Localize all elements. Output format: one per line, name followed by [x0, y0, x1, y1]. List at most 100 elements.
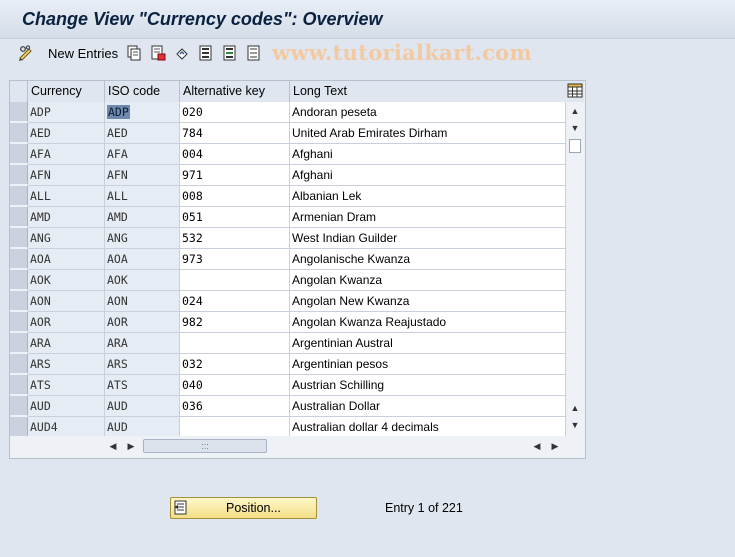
cell-long-text[interactable]: West Indian Guilder — [290, 228, 566, 249]
cell-iso-code[interactable]: AFN — [105, 165, 180, 186]
row-selector[interactable] — [10, 396, 28, 416]
select-all-icon[interactable] — [198, 45, 214, 61]
cell-alternative-key[interactable]: 532 — [180, 228, 290, 249]
cell-iso-code[interactable]: AON — [105, 291, 180, 312]
column-header-iso-code[interactable]: ISO code — [105, 81, 180, 102]
cell-alternative-key[interactable]: 784 — [180, 123, 290, 144]
position-button[interactable]: Position... — [170, 497, 317, 519]
row-selector[interactable] — [10, 291, 28, 311]
vertical-scrollbar[interactable]: ▲ ▼ ▲ ▼ — [566, 102, 584, 436]
cell-iso-code[interactable]: ANG — [105, 228, 180, 249]
cell-iso-code-value: AOA — [107, 252, 128, 266]
page-up-icon[interactable]: ▲ — [569, 403, 581, 413]
cell-iso-code[interactable]: AUD — [105, 396, 180, 417]
cell-alternative-key[interactable]: 971 — [180, 165, 290, 186]
row-selector[interactable] — [10, 123, 28, 143]
horizontal-scrollbar[interactable]: ◀ ▶ ::: ◀ ▶ — [10, 436, 585, 457]
cell-long-text[interactable]: Angolan Kwanza — [290, 270, 566, 291]
column-header-long-text[interactable]: Long Text — [290, 81, 566, 102]
horizontal-scroll-thumb[interactable]: ::: — [143, 439, 267, 453]
scroll-down-icon[interactable]: ▼ — [569, 420, 581, 430]
column-header-currency[interactable]: Currency — [28, 81, 105, 102]
cell-alternative-key[interactable]: 051 — [180, 207, 290, 228]
cell-long-text[interactable]: Afghani — [290, 165, 566, 186]
cell-currency-value: ADP — [30, 105, 51, 119]
cell-long-text[interactable]: Albanian Lek — [290, 186, 566, 207]
column-config-button[interactable] — [566, 81, 584, 102]
row-selector[interactable] — [10, 144, 28, 164]
cell-alternative-key[interactable]: 008 — [180, 186, 290, 207]
row-selector[interactable] — [10, 165, 28, 185]
select-block-icon[interactable] — [222, 45, 238, 61]
cell-long-text[interactable]: Andoran peseta — [290, 102, 566, 123]
cell-iso-code[interactable]: AUD — [105, 417, 180, 438]
cell-alternative-key-value: 004 — [182, 147, 203, 161]
select-all-rows-button[interactable] — [10, 81, 28, 102]
deselect-all-icon[interactable] — [246, 45, 262, 61]
row-selector[interactable] — [10, 333, 28, 353]
cell-iso-code-value: AFN — [107, 168, 128, 182]
cell-long-text[interactable]: United Arab Emirates Dirham — [290, 123, 566, 144]
row-selector[interactable] — [10, 312, 28, 332]
cell-long-text[interactable]: Angolanische Kwanza — [290, 249, 566, 270]
cell-iso-code[interactable]: AOR — [105, 312, 180, 333]
delete-icon[interactable] — [150, 45, 166, 61]
scroll-right-icon[interactable]: ▶ — [125, 441, 137, 452]
cell-iso-code[interactable]: AOA — [105, 249, 180, 270]
cell-currency-value: AMD — [30, 210, 51, 224]
undo-change-icon[interactable] — [174, 45, 190, 61]
cell-iso-code[interactable]: AED — [105, 123, 180, 144]
cell-long-text[interactable]: Argentinian pesos — [290, 354, 566, 375]
cell-alternative-key[interactable] — [180, 270, 290, 291]
cell-iso-code[interactable]: AMD — [105, 207, 180, 228]
vertical-scroll-thumb[interactable] — [569, 139, 581, 153]
row-selector[interactable] — [10, 354, 28, 374]
row-selector[interactable] — [10, 228, 28, 248]
cell-long-text[interactable]: Australian dollar 4 decimals — [290, 417, 566, 438]
scroll-left-end-icon[interactable]: ◀ — [531, 441, 543, 452]
cell-long-text[interactable]: Afghani — [290, 144, 566, 165]
cell-long-text[interactable]: Australian Dollar — [290, 396, 566, 417]
row-selector[interactable] — [10, 207, 28, 227]
page-down-icon[interactable]: ▼ — [569, 123, 581, 133]
row-selector[interactable] — [10, 270, 28, 290]
cell-iso-code[interactable]: AFA — [105, 144, 180, 165]
cell-long-text[interactable]: Argentinian Austral — [290, 333, 566, 354]
row-selector[interactable] — [10, 375, 28, 395]
cell-alternative-key[interactable]: 040 — [180, 375, 290, 396]
cell-iso-code[interactable]: AOK — [105, 270, 180, 291]
cell-iso-code[interactable]: ARA — [105, 333, 180, 354]
cell-iso-code[interactable]: ALL — [105, 186, 180, 207]
position-button-label: Position... — [226, 501, 281, 515]
row-selector[interactable] — [10, 186, 28, 206]
scroll-left-icon[interactable]: ◀ — [107, 441, 119, 452]
cell-long-text[interactable]: Armenian Dram — [290, 207, 566, 228]
scroll-right-end-icon[interactable]: ▶ — [549, 441, 561, 452]
cell-long-text[interactable]: Angolan Kwanza Reajustado — [290, 312, 566, 333]
cell-alternative-key[interactable]: 982 — [180, 312, 290, 333]
cell-alternative-key[interactable]: 024 — [180, 291, 290, 312]
cell-iso-code[interactable]: ADP — [105, 102, 180, 123]
cell-alternative-key[interactable]: 036 — [180, 396, 290, 417]
row-selector[interactable] — [10, 417, 28, 437]
row-selector[interactable] — [10, 249, 28, 269]
glasses-edit-icon[interactable] — [18, 45, 34, 61]
cell-iso-code[interactable]: ARS — [105, 354, 180, 375]
cell-long-text[interactable]: Austrian Schilling — [290, 375, 566, 396]
cell-alternative-key[interactable]: 004 — [180, 144, 290, 165]
cell-long-text[interactable]: Angolan New Kwanza — [290, 291, 566, 312]
cell-currency-value: AFA — [30, 147, 51, 161]
title-bar: Change View "Currency codes": Overview — [0, 0, 735, 39]
table-row: AED AED 784 United Arab Emirates Dirham — [10, 123, 566, 144]
cell-alternative-key[interactable] — [180, 333, 290, 354]
copy-icon[interactable] — [126, 45, 142, 61]
cell-alternative-key[interactable]: 020 — [180, 102, 290, 123]
cell-iso-code[interactable]: ATS — [105, 375, 180, 396]
scroll-up-icon[interactable]: ▲ — [569, 106, 581, 116]
cell-alternative-key[interactable] — [180, 417, 290, 438]
new-entries-button[interactable]: New Entries — [48, 44, 118, 62]
column-header-alternative-key[interactable]: Alternative key — [180, 81, 290, 102]
row-selector[interactable] — [10, 102, 28, 122]
cell-alternative-key[interactable]: 973 — [180, 249, 290, 270]
cell-alternative-key[interactable]: 032 — [180, 354, 290, 375]
